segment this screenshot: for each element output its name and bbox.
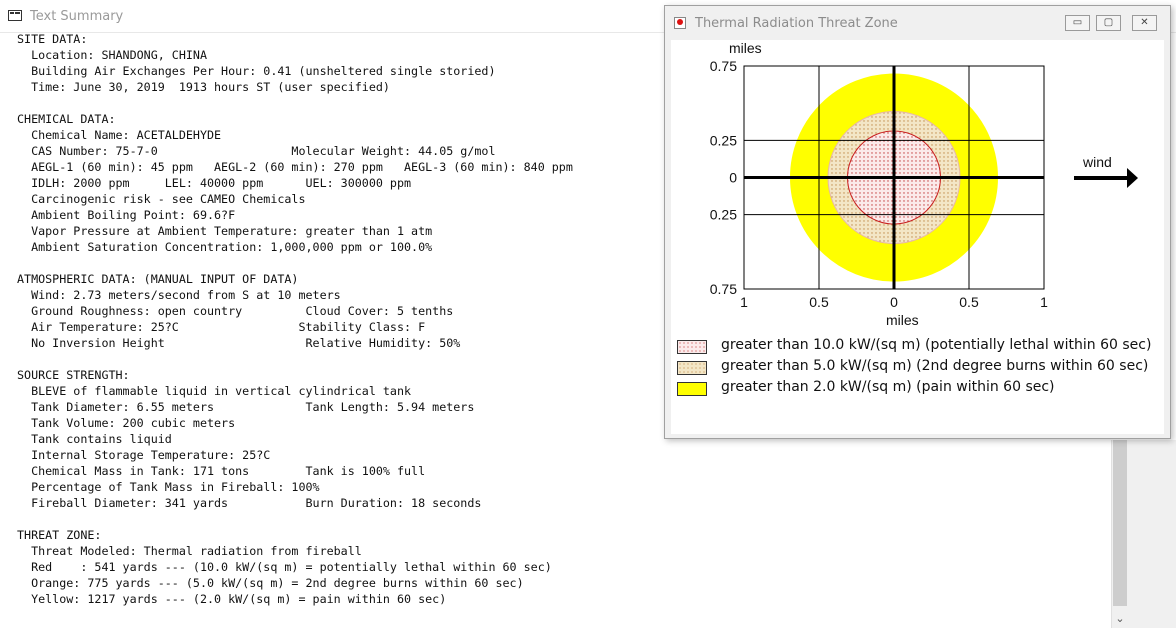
legend-item-red: greater than 10.0 kW/(sq m) (potentially…	[674, 337, 1164, 357]
summary-line: Threat Modeled: Thermal radiation from f…	[17, 544, 362, 558]
y-tick-label: 0.25	[710, 207, 737, 223]
y-tick-label: 0.75	[710, 58, 737, 74]
scrollbar-thumb[interactable]	[1113, 440, 1127, 606]
threat-zone-title: Thermal Radiation Threat Zone	[695, 16, 898, 31]
summary-line: Location: SHANDONG, CHINA	[17, 48, 207, 62]
summary-line: Red : 541 yards --- (10.0 kW/(sq m) = po…	[17, 560, 552, 574]
summary-line: Tank Diameter: 6.55 meters Tank Length: …	[17, 400, 475, 414]
threat-zone-chart: 0.750.2500.250.751 0.5 0 0.5 1 miles miles w…	[710, 40, 1138, 328]
summary-line: ATMOSPHERIC DATA: (MANUAL INPUT OF DATA)	[17, 272, 299, 286]
threat-zone-icon	[674, 17, 686, 29]
summary-line: Ambient Saturation Concentration: 1,000,…	[17, 240, 433, 254]
summary-line: Tank Volume: 200 cubic meters	[17, 416, 236, 430]
summary-line: Percentage of Tank Mass in Fireball: 100…	[17, 480, 320, 494]
y-axis-label: miles	[729, 40, 762, 56]
y-tick-label: 0.75	[710, 281, 737, 297]
summary-line: No Inversion Height Relative Humidity: 5…	[17, 336, 461, 350]
summary-line: AEGL-1 (60 min): 45 ppm AEGL-2 (60 min):…	[17, 160, 573, 174]
x-tick-label: 1	[740, 294, 748, 310]
summary-line: Fireball Diameter: 341 yards Burn Durati…	[17, 496, 482, 510]
threat-zone-plot-area: 0.75 0.25 0 0.25 0.75 1 0.5 0 0.5 1 miles miles w…	[671, 40, 1164, 434]
summary-line: BLEVE of flammable liquid in vertical cy…	[17, 384, 412, 398]
background-strip	[1129, 440, 1176, 628]
legend-label-red: greater than 10.0 kW/(sq m) (potentially…	[721, 337, 1152, 353]
x-tick-label: 0	[890, 294, 898, 310]
text-summary-content: SITE DATA: Location: SHANDONG, CHINA Bui…	[17, 31, 573, 607]
summary-line: SOURCE STRENGTH:	[17, 368, 130, 382]
maximize-button[interactable]: ▢	[1096, 15, 1121, 31]
legend-label-orange: greater than 5.0 kW/(sq m) (2nd degree b…	[721, 358, 1149, 374]
summary-line: Wind: 2.73 meters/second from S at 10 me…	[17, 288, 341, 302]
summary-line: Chemical Name: ACETALDEHYDE	[17, 128, 222, 142]
summary-line	[17, 351, 573, 367]
threat-zone-titlebar[interactable]: Thermal Radiation Threat Zone ▭ ▢ ✕	[665, 6, 1170, 40]
summary-line: Building Air Exchanges Per Hour: 0.41 (u…	[17, 64, 496, 78]
summary-line: Ground Roughness: open country Cloud Cov…	[17, 304, 454, 318]
x-tick-label: 1	[1040, 294, 1048, 310]
wind-label: wind	[1082, 154, 1112, 170]
legend-swatch-yellow	[677, 382, 707, 396]
y-tick-label: 0.25	[710, 132, 737, 148]
legend-item-yellow: greater than 2.0 kW/(sq m) (pain within …	[674, 379, 1164, 399]
summary-line: SITE DATA:	[17, 32, 88, 46]
minimize-button[interactable]: ▭	[1065, 15, 1090, 31]
summary-line	[17, 95, 573, 111]
legend-swatch-orange	[677, 361, 707, 375]
summary-line: THREAT ZONE:	[17, 528, 102, 542]
summary-line: Vapor Pressure at Ambient Temperature: g…	[17, 224, 433, 238]
summary-line: Chemical Mass in Tank: 171 tons Tank is …	[17, 464, 426, 478]
x-tick-label: 0.5	[959, 294, 979, 310]
scroll-down-arrow-icon[interactable]: ⌄	[1111, 610, 1129, 628]
summary-line: CHEMICAL DATA:	[17, 112, 116, 126]
legend-label-yellow: greater than 2.0 kW/(sq m) (pain within …	[721, 379, 1055, 395]
summary-line: Air Temperature: 25?C Stability Class: F	[17, 320, 426, 334]
legend-swatch-red	[677, 340, 707, 354]
summary-line: Time: June 30, 2019 1913 hours ST (user …	[17, 80, 390, 94]
summary-line: IDLH: 2000 ppm LEL: 40000 ppm UEL: 30000…	[17, 176, 412, 190]
summary-line	[17, 255, 573, 271]
summary-line	[17, 511, 573, 527]
summary-line: Tank contains liquid	[17, 432, 172, 446]
summary-line: Carcinogenic risk - see CAMEO Chemicals	[17, 192, 306, 206]
threat-zone-window: Thermal Radiation Threat Zone ▭ ▢ ✕ 0.75…	[664, 5, 1171, 439]
legend-item-orange: greater than 5.0 kW/(sq m) (2nd degree b…	[674, 358, 1164, 378]
x-tick-label: 0.5	[809, 294, 829, 310]
summary-line: Ambient Boiling Point: 69.6?F	[17, 208, 236, 222]
document-icon	[8, 10, 22, 21]
x-axis-label: miles	[886, 312, 919, 328]
summary-line: CAS Number: 75-7-0 Molecular Weight: 44.…	[17, 144, 496, 158]
y-tick-label: 0	[729, 170, 737, 186]
close-button[interactable]: ✕	[1132, 15, 1157, 31]
summary-line: Internal Storage Temperature: 25?C	[17, 448, 271, 462]
text-summary-title: Text Summary	[30, 9, 124, 24]
summary-line: Yellow: 1217 yards --- (2.0 kW/(sq m) = …	[17, 592, 447, 606]
arrow-right-icon	[1074, 168, 1138, 188]
summary-line: Orange: 775 yards --- (5.0 kW/(sq m) = 2…	[17, 576, 524, 590]
